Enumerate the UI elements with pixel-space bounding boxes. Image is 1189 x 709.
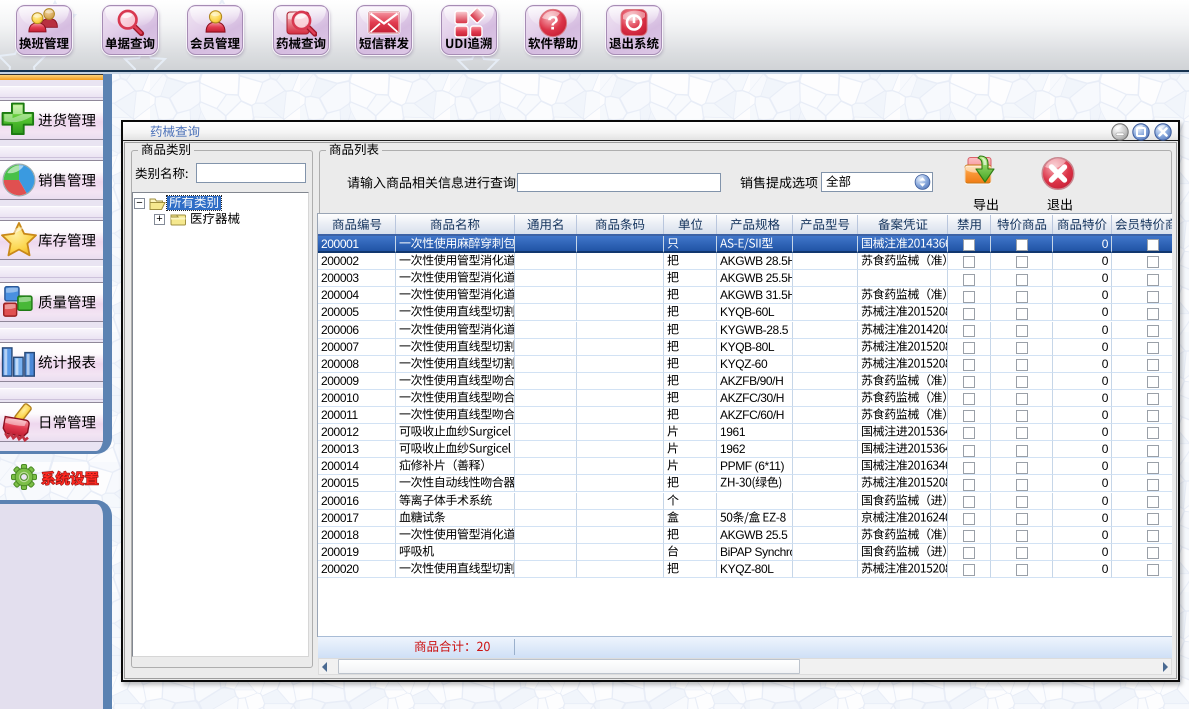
svg-text:?: ?	[547, 14, 559, 35]
